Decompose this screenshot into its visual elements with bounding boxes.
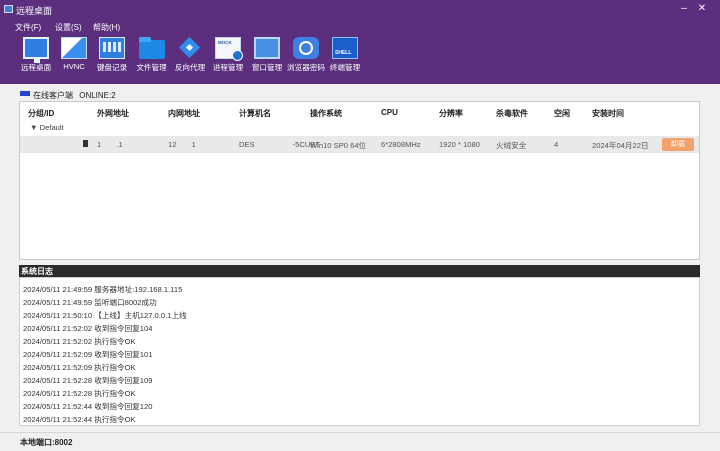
log-line: 2024/05/11 21:52:44 收到指令回复120 [23,402,153,411]
menu-file[interactable]: 文件(F) [15,22,41,33]
column-header-os[interactable]: 操作系统 [310,108,342,119]
cell-install-time: 2024年04月22日 [592,141,649,150]
menu-bar: 文件(F) 设置(S) 帮助(H) [0,19,720,35]
browser-password-icon [293,37,319,59]
log-line: 2024/05/11 21:52:02 执行指令OK [23,337,136,346]
column-header-external-ip[interactable]: 外网地址 [97,108,129,119]
hvnc-label: HVNC [63,62,85,71]
cell-os: Win10 SP0 64位 [310,141,367,150]
menu-settings[interactable]: 设置(S) [55,22,82,33]
process-manager-button[interactable]: 进程管理 [210,35,246,84]
folder-icon [139,37,165,59]
log-line: 2024/05/11 21:49:59 监听端口8002成功 [23,298,157,307]
window-manager-button[interactable]: 窗口管理 [249,35,285,84]
log-line: 2024/05/11 21:52:09 执行指令OK [23,363,136,372]
cell-cpu: 6*2808MHz [381,140,421,149]
keyboard-log-button[interactable]: 键盘记录 [94,35,130,84]
shell-icon [332,37,358,59]
terminal-manager-label: 终端管理 [329,63,361,72]
keyboard-log-icon [99,37,125,59]
log-panel: 2024/05/11 21:49:59 服务器地址:192.168.1.115 … [19,277,700,426]
computer-icon [83,140,88,147]
status-bar: 本地端口:8002 [0,432,720,451]
browser-password-button[interactable]: 浏览器密码 [286,35,326,84]
column-header-resolution[interactable]: 分辨率 [439,108,463,119]
browser-password-label: 浏览器密码 [287,63,325,72]
reverse-proxy-icon [177,37,203,59]
cell-idle: 4 [554,140,559,149]
log-title: 系统日志 [21,267,53,276]
process-icon [215,37,243,61]
remote-desktop-button[interactable]: 远程桌面 [18,35,54,84]
group-default[interactable]: ▼ Default [30,123,64,132]
remote-desktop-icon [23,37,49,63]
close-button[interactable]: ✕ [695,2,709,16]
file-manager-label: 文件管理 [136,63,167,72]
window-icon [254,37,280,59]
window-manager-label: 窗口管理 [251,63,283,72]
log-line: 2024/05/11 21:52:44 执行指令OK [23,415,136,424]
online-count: ONLINE:2 [79,91,116,100]
hvnc-icon [61,37,87,59]
online-label: 在线客户端 [33,91,73,100]
cell-resolution: 1920 * 1080 [439,140,480,149]
title-bar: 远程桌面 – ✕ [0,0,720,19]
cell-antivirus: 火绒安全 [496,141,527,150]
toolbar: 远程桌面 HVNC 键盘记录 文件管理 反向代理 进程管理 窗口管理 浏览器密码… [0,35,720,84]
cell-internal-ip: 12 1 [168,140,196,149]
uninstall-button[interactable]: 卸载 [662,138,694,151]
column-header-computer-name[interactable]: 计算机名 [239,108,271,119]
cell-external-ip: 1 .1 [97,140,123,149]
minimize-button[interactable]: – [677,2,691,16]
log-header: 系统日志 [19,265,700,277]
reverse-proxy-label: 反向代理 [174,63,206,72]
cell-computer-name: DES -5CUBT [239,140,321,149]
file-manager-button[interactable]: 文件管理 [133,35,170,84]
local-port-status: 本地端口:8002 [20,438,73,447]
online-indicator [20,91,30,96]
remote-desktop-label: 远程桌面 [20,63,52,72]
menu-help[interactable]: 帮助(H) [93,22,120,33]
log-line: 2024/05/11 21:50:10 【上线】主机127.0.0.1上线 [23,311,187,320]
terminal-manager-button[interactable]: 终端管理 [327,35,363,84]
log-line: 2024/05/11 21:52:09 收到指令回复101 [23,350,153,359]
process-manager-label: 进程管理 [212,63,244,72]
column-header-cpu[interactable]: CPU [381,108,398,117]
log-line: 2024/05/11 21:52:28 收到指令回复109 [23,376,153,385]
keyboard-log-label: 键盘记录 [96,63,128,72]
log-line: 2024/05/11 21:49:59 服务器地址:192.168.1.115 [23,285,183,294]
table-row[interactable]: 1 .1 12 1 DES -5CUBT Win10 SP0 64位 6*280… [20,136,699,153]
column-header-group-id[interactable]: 分组/ID [28,108,54,119]
reverse-proxy-button[interactable]: 反向代理 [172,35,208,84]
client-table: 分组/ID 外网地址 内网地址 计算机名 操作系统 CPU 分辨率 杀毒软件 空… [19,101,700,260]
column-header-antivirus[interactable]: 杀毒软件 [496,108,528,119]
window-title: 远程桌面 [16,6,53,16]
column-header-install-time[interactable]: 安装时间 [592,108,624,119]
log-line: 2024/05/11 21:52:28 执行指令OK [23,389,136,398]
column-header-internal-ip[interactable]: 内网地址 [168,108,200,119]
log-line: 2024/05/11 21:52:02 收到指令回复104 [23,324,153,333]
column-header-idle[interactable]: 空闲 [554,108,570,119]
hvnc-button[interactable]: HVNC [57,35,91,84]
app-icon [4,5,13,13]
